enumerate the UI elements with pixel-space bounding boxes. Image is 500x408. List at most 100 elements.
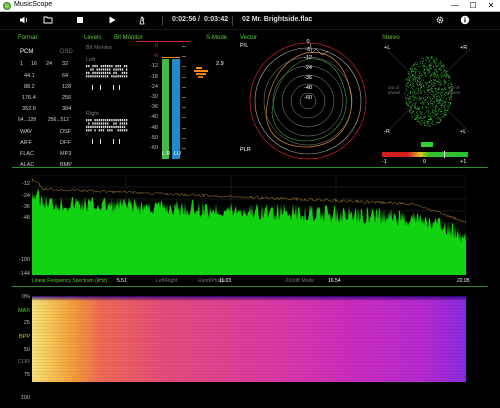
meter-scale-label: -30 [150,94,158,100]
meter-tick [182,117,186,119]
stereo-dot [439,68,441,69]
stereo-dot [440,119,442,121]
stereo-dot [447,76,449,78]
stereo-dot [432,102,434,104]
stereo-dot [416,98,418,100]
stereo-dot [435,91,437,92]
stereo-dot [431,90,432,92]
stereo-dot [434,113,436,115]
smode-title: S-Mode [206,35,228,41]
bit-dot [104,125,107,128]
stereo-dot [441,96,442,98]
settings-gear-icon[interactable] [434,15,446,27]
close-button[interactable]: ✕ [482,0,500,12]
info-icon[interactable] [459,15,471,27]
stereo-dot [417,85,418,87]
stereo-dot [428,65,430,66]
stereo-dot [417,77,419,79]
metronome-icon[interactable] [136,15,148,27]
stereo-dot [444,107,446,109]
bit-dot [117,125,119,128]
stereo-dot [426,97,428,99]
stereo-dot [448,108,449,110]
bit-dot [102,68,105,71]
stereo-dot [430,116,432,117]
stereo-dot [437,102,439,104]
stereo-dot [405,103,407,105]
stereo-dot [420,116,422,118]
stereo-dot [419,72,421,74]
stereo-dot [424,73,425,75]
stop-icon[interactable] [74,15,86,27]
bit-marker [113,85,114,90]
bit-dot [88,75,90,78]
stereo-dot [428,115,430,117]
minimize-button[interactable]: — [446,0,464,12]
volume-icon[interactable] [18,15,30,27]
smode-bar [196,73,206,75]
dsd-label: DSD [60,49,73,55]
stereo-dot [440,99,441,101]
stereo-dot [423,85,425,86]
bit-dot [88,129,90,132]
bit-dot [86,119,88,122]
stereo-dot [432,121,434,122]
bit-dot [109,68,111,71]
meter-scale-label: -60 [150,145,158,151]
stereo-dot [424,113,425,115]
stereo-dot [439,93,441,95]
stereo-dot [418,81,420,82]
stereo-dot [424,65,426,67]
smode-bar [194,70,208,72]
tab-linear-spectrum[interactable]: Linear Frequency Spectrum (kHz) [32,278,107,284]
stereo-dot [415,99,417,101]
stereo-dot [446,73,448,75]
play-icon[interactable] [106,15,118,27]
out-of-phase-right: out of phase [448,85,461,95]
stereo-dot [418,78,420,79]
stereo-dot [420,124,422,126]
stereo-dot [415,89,416,91]
container-bmp: BMP [60,162,72,168]
bit-dot [115,122,117,125]
stereo-dot [437,122,438,123]
stereo-dot [423,97,425,99]
spectrum-db-label: -144 [18,271,30,277]
stereo-dot [414,115,416,117]
stereo-dot [430,87,432,89]
bit-dot [92,71,94,74]
bit-dot [107,122,109,125]
stereo-dot [424,66,426,68]
stereo-dot [428,119,430,120]
stereo-dot [425,99,426,101]
stereo-dot [409,68,411,69]
maximize-button[interactable]: ☐ [464,0,482,12]
bit-dot [96,71,98,74]
tab-200db-mode[interactable]: -200dB Mode [284,278,314,284]
stereo-dot [408,98,409,99]
stereo-dot [438,117,440,119]
stereo-dot [424,115,426,117]
rate-176: 176.4 [22,95,36,101]
stereo-dot [441,111,442,112]
stereo-dot [426,56,428,58]
meter-tick [182,76,186,78]
stereo-dot [413,69,415,71]
tab-left-right[interactable]: Left/Right [156,278,177,284]
bit-dot [113,122,115,125]
stereo-dot [428,86,430,88]
rate-352: 352.8 [22,106,36,112]
stereo-dot [426,109,428,111]
stereo-dot [440,111,441,113]
stereo-dot [416,112,417,113]
stereo-dot [423,79,425,81]
stereo-dot [417,79,418,81]
stereo-dot [436,65,438,67]
stereo-dot [439,101,441,103]
stereo-dot [433,116,435,117]
bit-dot [123,65,126,68]
bit-marker [100,85,101,90]
stereo-dot [426,59,428,61]
folder-icon[interactable] [42,15,54,27]
stereo-dot [427,58,429,60]
